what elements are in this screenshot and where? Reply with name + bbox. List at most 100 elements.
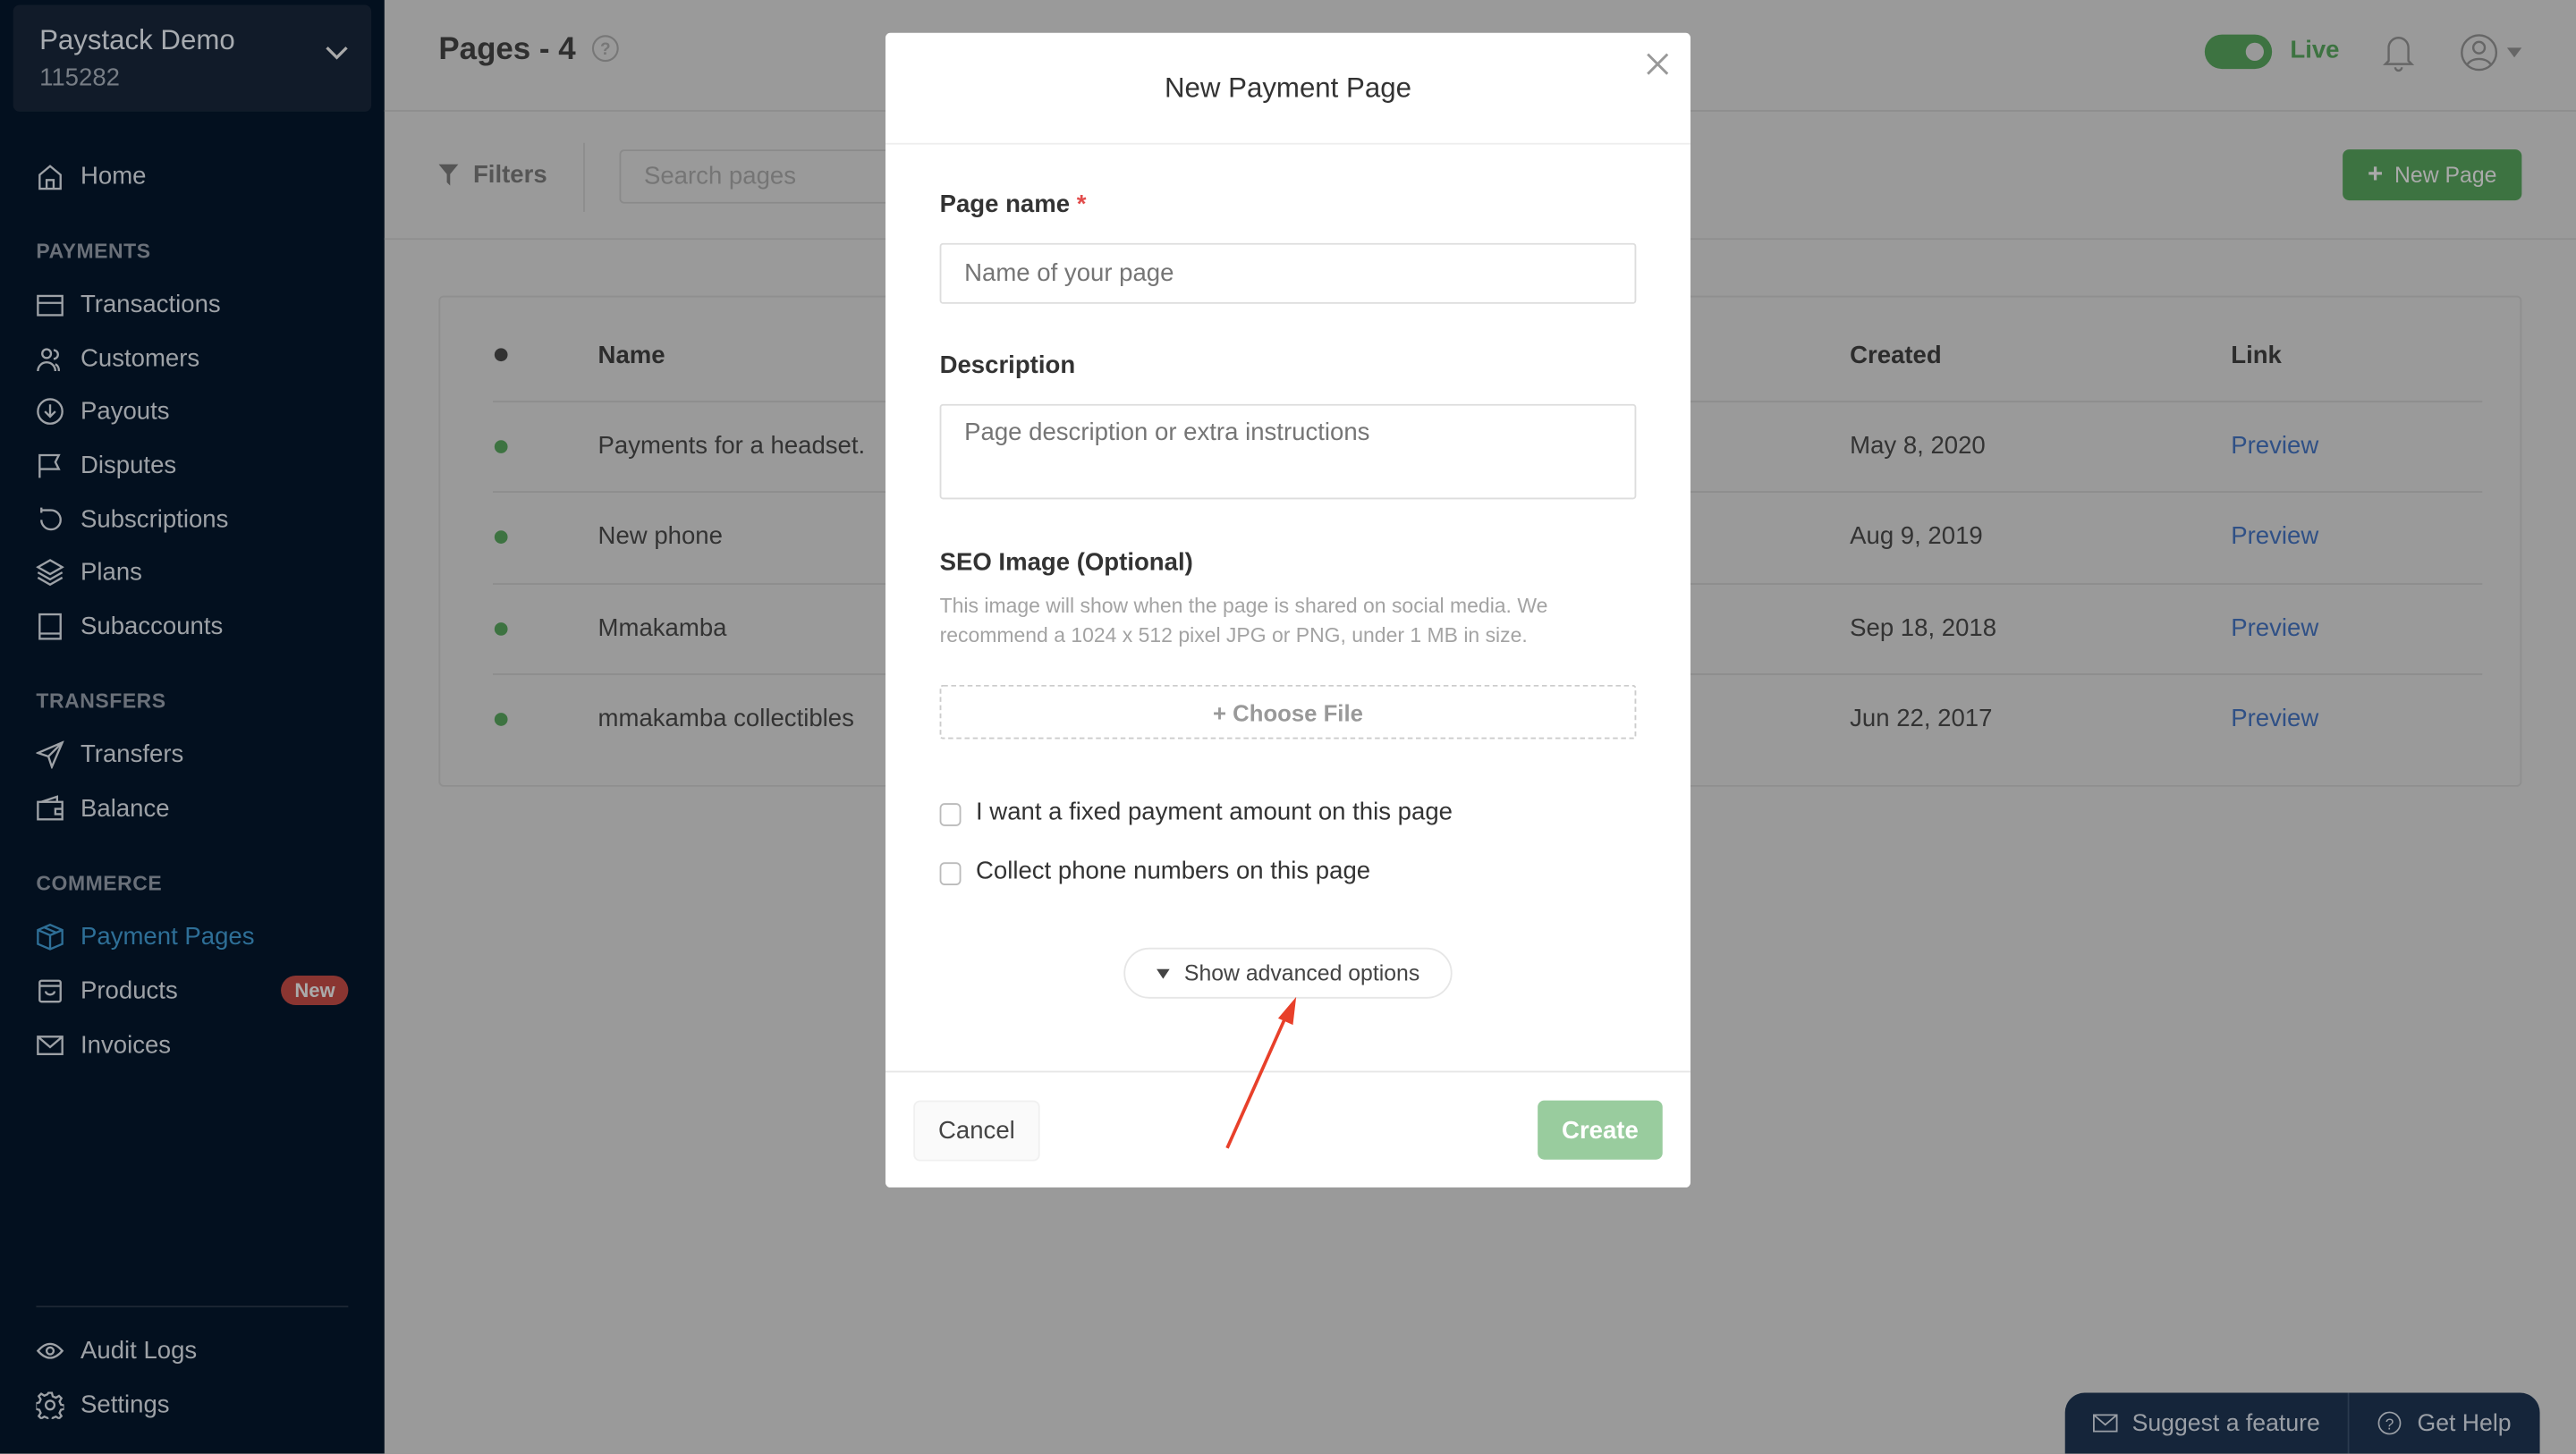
new-page-button[interactable]: + New Page <box>2343 149 2522 201</box>
sidebar-item-label: Home <box>80 161 147 190</box>
card-icon <box>37 293 64 316</box>
live-mode-toggle[interactable] <box>2204 34 2273 70</box>
created-cell: Aug 9, 2019 <box>1850 522 1983 551</box>
modal-footer-divider <box>885 1070 1690 1073</box>
box-icon <box>37 922 64 950</box>
suggest-feature-button[interactable]: Suggest a feature <box>2065 1392 2350 1454</box>
help-icon[interactable]: ? <box>591 35 619 63</box>
seo-image-label: SEO Image (Optional) <box>939 548 1193 577</box>
close-icon[interactable] <box>1646 53 1669 76</box>
bag-icon <box>38 978 62 1002</box>
preview-link[interactable]: Preview <box>2231 614 2318 642</box>
wallet-icon <box>37 794 64 820</box>
sidebar-item-label: Transactions <box>80 290 221 318</box>
account-name: Paystack Demo <box>39 24 235 56</box>
sidebar-item-balance[interactable]: Balance <box>36 789 348 828</box>
home-icon <box>38 164 62 190</box>
column-header: Name <box>597 342 665 370</box>
sidebar-item-payment-pages[interactable]: Payment Pages <box>36 917 348 956</box>
create-button[interactable]: Create <box>1538 1100 1663 1160</box>
svg-text:?: ? <box>599 40 610 59</box>
description-label: Description <box>939 351 1076 380</box>
sidebar-item-payouts[interactable]: Payouts <box>36 391 348 430</box>
collect-phone-label: Collect phone numbers on this page <box>975 857 1371 885</box>
sidebar-section-header: TRANSFERS <box>36 689 166 714</box>
mail-icon <box>37 1035 64 1055</box>
sidebar-item-settings[interactable]: Settings <box>36 1384 348 1424</box>
sidebar-item-audit-logs[interactable]: Audit Logs <box>36 1331 348 1370</box>
flag-icon <box>38 452 61 478</box>
sidebar-item-label: Transfers <box>80 740 184 768</box>
fixed-amount-label: I want a fixed payment amount on this pa… <box>975 798 1453 826</box>
collect-phone-checkbox[interactable] <box>939 862 962 885</box>
sidebar-item-subaccounts[interactable]: Subaccounts <box>36 606 348 646</box>
search-input[interactable] <box>619 149 916 204</box>
page-name-cell[interactable]: mmakamba collectibles <box>598 705 854 732</box>
sidebar-item-invoices[interactable]: Invoices <box>36 1025 348 1064</box>
sidebar-item-subscriptions[interactable]: Subscriptions <box>36 499 348 538</box>
preview-link[interactable]: Preview <box>2231 522 2318 550</box>
status-dot <box>494 530 508 544</box>
created-cell: Jun 22, 2017 <box>1850 704 1993 733</box>
book-icon <box>38 612 62 639</box>
status-dot <box>494 622 508 636</box>
mail-icon <box>2092 1414 2118 1433</box>
help-icon: ? <box>2378 1411 2402 1435</box>
layers-icon <box>36 558 64 586</box>
sidebar-item-plans[interactable]: Plans <box>36 552 348 591</box>
account-id: 115282 <box>39 63 120 92</box>
sidebar-item-disputes[interactable]: Disputes <box>36 445 348 485</box>
plus-icon: + <box>2368 160 2384 189</box>
caret-down-icon[interactable] <box>2506 47 2522 58</box>
toolbar-divider <box>583 142 585 212</box>
sidebar-item-label: Audit Logs <box>80 1336 198 1365</box>
sidebar-item-label: Balance <box>80 794 170 823</box>
page-name-cell[interactable]: Mmakamba <box>598 614 727 642</box>
user-avatar-icon[interactable] <box>2460 33 2499 72</box>
live-mode-label: Live <box>2290 36 2340 64</box>
send-icon <box>36 740 64 768</box>
sidebar-item-label: Settings <box>80 1390 170 1418</box>
page-title: Pages - 4 ? <box>438 33 619 69</box>
show-advanced-options-button[interactable]: Show advanced options <box>1123 947 1453 999</box>
sidebar: Paystack Demo 115282 Home PAYMENTS Transa… <box>0 0 385 1454</box>
bell-icon[interactable] <box>2382 33 2415 72</box>
new-payment-page-modal: New Payment Page Page name * Description… <box>885 32 1690 1188</box>
svg-text:?: ? <box>2385 1415 2394 1433</box>
sidebar-item-home[interactable]: Home <box>36 156 348 195</box>
seo-help-text: This image will show when the page is sh… <box>939 594 1548 647</box>
sidebar-item-label: Customers <box>80 343 200 373</box>
fixed-amount-checkbox[interactable] <box>939 803 962 826</box>
sidebar-item-label: Payment Pages <box>80 922 255 951</box>
eye-icon <box>36 1341 64 1358</box>
sidebar-item-label: Subaccounts <box>80 612 224 640</box>
page-name-input[interactable] <box>939 242 1637 304</box>
refresh-icon <box>40 506 62 530</box>
sidebar-item-customers[interactable]: Customers <box>36 338 348 377</box>
filters-button[interactable]: Filters <box>438 161 547 189</box>
account-switcher[interactable]: Paystack Demo 115282 <box>13 4 372 112</box>
created-cell: May 8, 2020 <box>1850 432 1986 461</box>
choose-file-button[interactable]: + Choose File <box>939 684 1637 740</box>
created-cell: Sep 18, 2018 <box>1850 613 1997 643</box>
caret-down-icon <box>1156 968 1170 978</box>
column-header: Created <box>1850 342 1942 370</box>
preview-link[interactable]: Preview <box>2231 432 2318 460</box>
page-name-cell[interactable]: New phone <box>598 522 723 550</box>
gear-icon <box>36 1391 64 1418</box>
get-help-button[interactable]: ? Get Help <box>2349 1410 2539 1436</box>
sidebar-item-label: Payouts <box>80 396 170 425</box>
status-dot <box>494 713 508 726</box>
sidebar-item-transactions[interactable]: Transactions <box>36 284 348 324</box>
cancel-button[interactable]: Cancel <box>913 1100 1040 1162</box>
column-header: Link <box>2231 342 2282 370</box>
preview-link[interactable]: Preview <box>2231 705 2318 732</box>
filter-icon <box>438 164 459 186</box>
chevron-down-icon <box>326 46 348 60</box>
new-badge: New <box>281 975 349 1006</box>
sidebar-item-transfers[interactable]: Transfers <box>36 734 348 773</box>
page-name-cell[interactable]: Payments for a headset. <box>598 432 866 460</box>
sidebar-section-header: COMMERCE <box>36 872 163 896</box>
description-textarea[interactable] <box>939 403 1637 500</box>
sidebar-item-products[interactable]: Products New <box>36 970 349 1010</box>
